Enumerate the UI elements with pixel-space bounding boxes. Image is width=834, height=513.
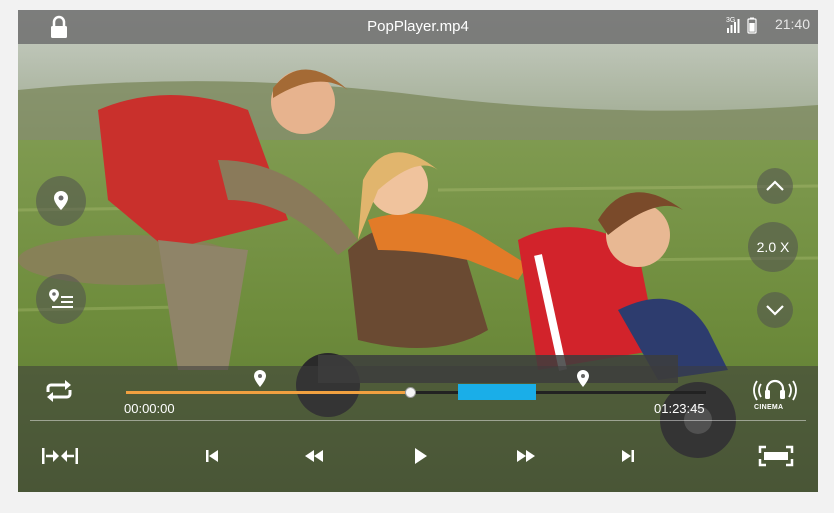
playback-speed[interactable]: 2.0 X: [748, 222, 798, 272]
chevron-up-icon: [766, 180, 784, 191]
previous-button[interactable]: [200, 446, 224, 466]
played-progress: [126, 391, 411, 394]
fast-forward-icon: [517, 450, 535, 462]
bookmark-marker-icon[interactable]: [253, 369, 267, 389]
fast-forward-button[interactable]: [512, 446, 540, 466]
current-time: 00:00:00: [124, 401, 175, 416]
repeat-button[interactable]: [42, 378, 76, 404]
location-pin-icon: [54, 191, 68, 210]
seek-bar[interactable]: [126, 384, 706, 400]
cinema-label: CINEMA: [754, 404, 784, 411]
bookmark-button[interactable]: [36, 176, 86, 226]
control-panel: 00:00:00 01:23:45 CINEMA: [18, 366, 818, 492]
speed-up-button[interactable]: [757, 168, 793, 204]
ab-repeat-segment[interactable]: [458, 384, 536, 400]
seek-thumb[interactable]: [405, 387, 417, 398]
divider: [30, 420, 806, 421]
cinema-sound-button[interactable]: [751, 374, 799, 404]
bookmark-marker-icon[interactable]: [576, 369, 590, 389]
repeat-icon: [46, 380, 72, 402]
bookmark-list-button[interactable]: [36, 274, 86, 324]
speed-down-button[interactable]: [757, 292, 793, 328]
skip-next-icon: [622, 450, 634, 462]
player-window: PopPlayer.mp4 3G 21:40 2.0 X 00:00:00 01…: [18, 10, 818, 492]
headphones-icon: [753, 379, 797, 401]
speed-label: 2.0 X: [756, 239, 790, 255]
rewind-button[interactable]: [300, 446, 328, 466]
play-icon: [415, 448, 427, 464]
rewind-icon: [305, 450, 323, 462]
status-bar: PopPlayer.mp4 3G 21:40: [18, 10, 818, 44]
network-type: 3G: [726, 17, 735, 24]
total-time: 01:23:45: [654, 401, 705, 416]
bookmark-list-icon: [49, 289, 73, 308]
signal-battery-icon: 3G: [726, 17, 757, 34]
play-button[interactable]: [408, 446, 432, 466]
skip-previous-icon: [206, 450, 218, 462]
next-button[interactable]: [616, 446, 640, 466]
clock: 21:40: [774, 16, 810, 32]
fullscreen-button[interactable]: [756, 444, 796, 468]
video-title: PopPlayer.mp4: [367, 18, 469, 35]
fit-width-icon: [42, 448, 78, 464]
screen-ratio-icon: [758, 445, 794, 467]
chevron-down-icon: [766, 305, 784, 316]
fit-screen-button[interactable]: [40, 444, 80, 468]
